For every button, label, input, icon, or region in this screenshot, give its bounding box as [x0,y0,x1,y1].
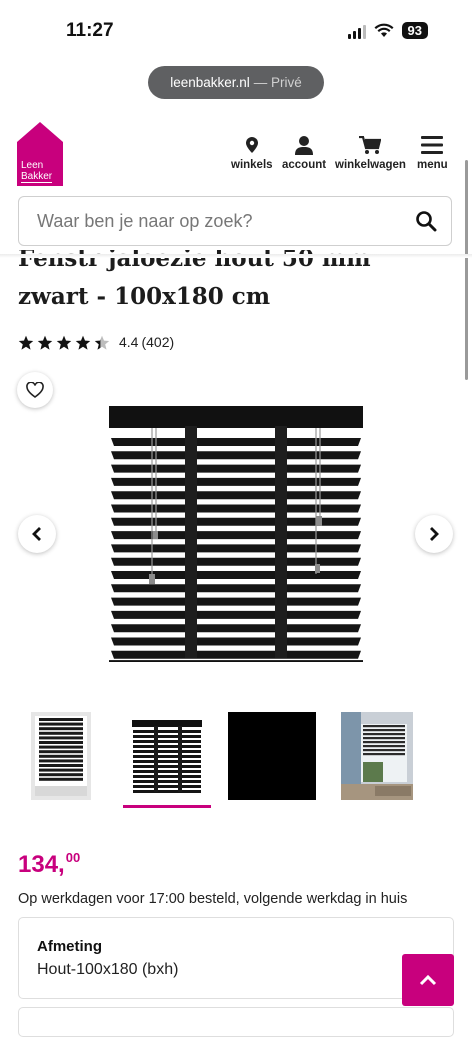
signal-icon [347,23,366,39]
size-selector-value: Hout-100x180 (bxh) [37,961,179,978]
carousel-prev-button[interactable] [18,515,56,553]
star-icon [94,335,110,350]
search-input[interactable]: Waar ben je naar op zoek? [37,211,252,232]
nav-label: account [282,159,327,171]
price-main: 134, [18,851,65,878]
product-image[interactable] [105,404,367,671]
nav-label: winkels [231,159,273,171]
back-to-top-button[interactable] [402,954,454,1006]
favorite-button[interactable] [17,372,53,408]
nav-account[interactable]: account [282,134,326,171]
search-icon[interactable] [415,210,437,232]
search-bar[interactable]: Waar ben je naar op zoek? [18,196,452,246]
status-bar: 11:27 93 [0,0,472,60]
product-rating[interactable]: 4.4 (402) [18,334,174,350]
rating-count: (402) [141,334,175,350]
delivery-info: Op werkdagen voor 17:00 besteld, volgend… [18,891,408,907]
cart-icon [359,135,382,154]
price-cents: 00 [65,850,81,865]
heart-icon [26,382,44,398]
star-icon [56,335,72,350]
nav-label: winkelwagen [335,159,406,171]
hamburger-menu-icon [421,136,444,154]
location-pin-icon [245,137,258,153]
rating-stars [18,335,110,350]
star-icon [75,335,91,350]
status-time: 11:27 [66,20,114,41]
wifi-icon [374,23,394,37]
page-scrollbar[interactable] [465,160,468,380]
nav-menu[interactable]: menu [417,134,448,171]
thumbnail-black-color-swatch[interactable] [228,712,316,800]
star-icon [18,335,34,350]
thumbnail-strip [0,712,472,812]
nav-label: menu [417,159,448,171]
thumbnail-window-with-blind[interactable] [31,712,91,800]
product-title-line2: zwart - 100x180 cm [18,283,271,310]
active-thumbnail-indicator [123,805,211,808]
battery-indicator: 93 [401,22,428,39]
size-selector-label: Afmeting [37,938,102,955]
thumbnail-blind-front[interactable] [123,712,211,800]
size-selector[interactable]: Afmeting Hout-100x180 (bxh) [18,917,454,999]
product-title: Fenstr jaloezie hout 50 mm zwart - 100x1… [18,250,458,316]
url-domain: leenbakker.nl [170,75,250,90]
browser-url-pill[interactable]: leenbakker.nl — Privé [148,66,324,99]
star-icon [37,335,53,350]
carousel-next-button[interactable] [415,515,453,553]
logo-text-line1: Leen [21,160,44,171]
next-option-box[interactable] [18,1007,454,1037]
thumbnail-room-photo[interactable] [341,712,413,800]
leen-bakker-logo[interactable]: Leen Bakker [17,122,63,186]
logo-text-line2: Bakker [21,171,53,183]
chevron-left-icon [32,527,41,541]
chevron-right-icon [430,527,439,541]
private-mode-label: — Privé [253,75,302,90]
user-icon [295,135,314,155]
rating-value: 4.4 [119,334,139,350]
product-price: 134,00 [18,850,80,879]
chevron-up-icon [419,974,437,986]
header-shadow [0,254,472,258]
nav-winkels[interactable]: winkels [231,134,273,171]
nav-winkelwagen[interactable]: winkelwagen [335,134,406,171]
